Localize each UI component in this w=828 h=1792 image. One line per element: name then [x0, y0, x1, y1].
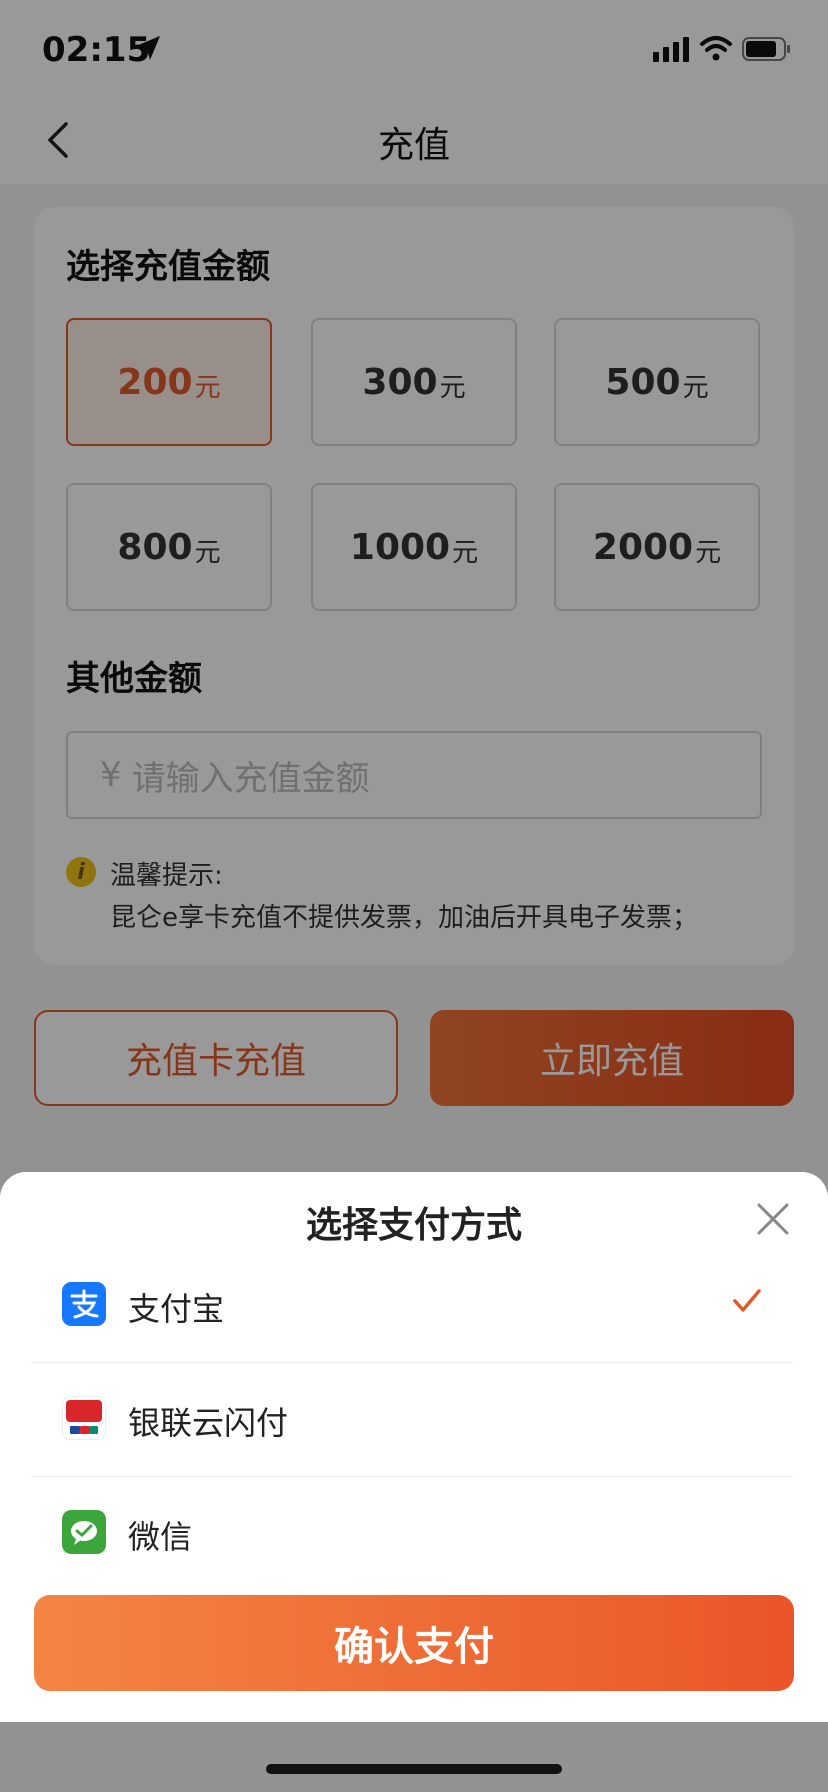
- wechat-icon: [62, 1510, 106, 1554]
- check-icon: [733, 1289, 761, 1312]
- sheet-title: 选择支付方式: [305, 1205, 522, 1246]
- payment-option-alipay[interactable]: 支付宝: [30, 1248, 794, 1363]
- payment-option-unionpay[interactable]: 银联云闪付: [30, 1362, 794, 1477]
- home-indicator: [266, 1764, 562, 1774]
- alipay-icon: [62, 1282, 106, 1326]
- unionpay-icon: [62, 1396, 106, 1440]
- payment-label: 银联云闪付: [128, 1404, 289, 1442]
- close-icon[interactable]: [756, 1202, 790, 1236]
- confirm-payment-button[interactable]: 确认支付: [34, 1595, 794, 1691]
- payment-label: 微信: [128, 1518, 193, 1556]
- payment-option-wechat[interactable]: 微信: [30, 1476, 794, 1590]
- payment-method-sheet: 选择支付方式 支付宝 银联云闪付 微信 确认支付: [0, 1172, 828, 1722]
- payment-label: 支付宝: [128, 1290, 225, 1328]
